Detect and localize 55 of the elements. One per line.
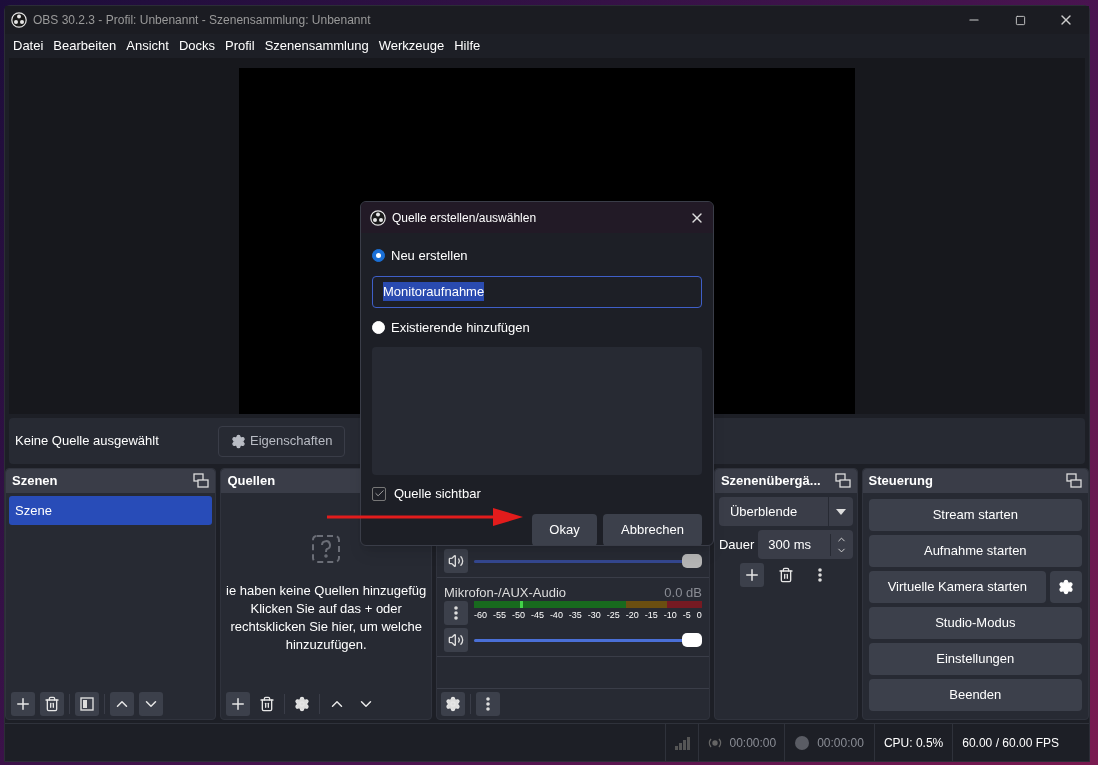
meter-scale-label: -55 <box>492 609 506 621</box>
stream-time: 00:00:00 <box>729 734 777 752</box>
menu-item[interactable]: Szenensammlung <box>259 36 374 56</box>
record-time: 00:00:00 <box>817 734 864 752</box>
meter-scale-label: -15 <box>644 609 658 621</box>
menu-item[interactable]: Ansicht <box>121 36 174 56</box>
source-status: Keine Quelle ausgewählt <box>15 432 160 451</box>
meter-scale-label: -60 <box>473 609 487 621</box>
dialog-title: Quelle erstellen/auswählen <box>392 209 537 227</box>
control-button[interactable]: Aufnahme starten <box>868 535 1082 567</box>
meter-scale-label: -40 <box>549 609 563 621</box>
meter-scale-label: -5 <box>682 609 691 621</box>
checkbox-label: Quelle sichtbar <box>394 485 481 503</box>
radio-option[interactable]: Neu erstellen <box>372 246 702 266</box>
menu-item[interactable]: Docks <box>173 36 220 56</box>
transition-select[interactable]: Überblende <box>718 497 853 526</box>
menu-item[interactable]: Profil <box>220 36 260 56</box>
menu-item[interactable]: Werkzeuge <box>373 36 450 56</box>
meter-scale-label: -10 <box>663 609 677 621</box>
dock-title: Quellen <box>227 472 276 491</box>
meter-scale-label: 0 <box>696 609 702 621</box>
control-button[interactable]: Studio-Modus <box>868 607 1082 639</box>
transition-value: Überblende <box>728 502 799 521</box>
channel-reading: 0.0 dB <box>664 584 702 599</box>
window-title: OBS 30.2.3 - Profil: Unbenannt - Szenensammlung: Unbenannt <box>33 12 371 29</box>
duration-label: Dauer <box>718 535 755 554</box>
menu-item[interactable]: Hilfe <box>449 36 486 56</box>
name-input-field[interactable]: Monitoraufnahme <box>372 275 702 308</box>
properties-button[interactable]: Eigenschaften <box>218 425 346 457</box>
duration-field[interactable]: 300 ms <box>758 530 853 559</box>
radio-label: Existierende hinzufügen <box>391 318 530 337</box>
dock-title: Szenen <box>12 472 58 491</box>
channel-name: Mikrofon-/AUX-Audio <box>443 584 567 599</box>
radio-option[interactable]: Existierende hinzufügen <box>372 317 702 337</box>
menu-item[interactable]: Datei <box>8 36 49 56</box>
control-button[interactable]: Virtuelle Kamera starten <box>868 571 1046 603</box>
meter-scale-label: -25 <box>606 609 620 621</box>
dock-title: Steuerung <box>868 472 933 491</box>
cpu-usage: CPU: 0.5% <box>883 734 944 752</box>
control-button[interactable]: Beenden <box>868 679 1082 711</box>
meter-scale-label: -50 <box>511 609 525 621</box>
dock-title: Szenenübergä... <box>720 472 821 491</box>
dialog-button[interactable]: Abbrechen <box>603 513 702 545</box>
fps-reading: 60.00 / 60.00 FPS <box>962 734 1059 752</box>
dialog-button[interactable]: Okay <box>532 513 597 545</box>
meter-scale-label: -30 <box>587 609 601 621</box>
scene-item[interactable]: Szene <box>9 496 213 525</box>
empty-sources-message: ie haben keine Quellen hinzugefüg Klicken Sie auf das + oder rechtsklicken Sie hier, um welche hinzuzufügen. <box>225 582 428 654</box>
meter-scale-label: -35 <box>568 609 582 621</box>
control-button[interactable]: Einstellungen <box>868 643 1082 675</box>
radio-label: Neu erstellen <box>391 247 468 265</box>
menu-item[interactable]: Bearbeiten <box>48 36 122 56</box>
control-button[interactable]: Stream starten <box>868 499 1082 531</box>
meter-scale-label: -45 <box>530 609 544 621</box>
meter-scale-label: -20 <box>625 609 639 621</box>
